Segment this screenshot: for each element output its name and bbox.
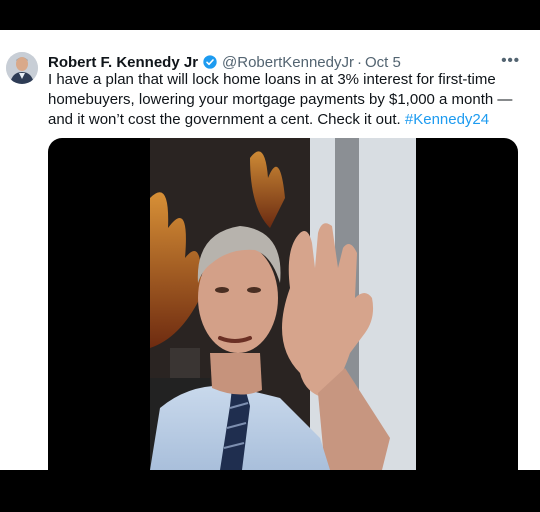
avatar[interactable]	[6, 52, 38, 84]
tweet-text: I have a plan that will lock home loans …	[48, 70, 518, 130]
header-separator: ·	[357, 53, 362, 71]
hashtag-link[interactable]: #Kennedy24	[405, 111, 489, 128]
author-handle[interactable]: @RobertKennedyJr	[222, 54, 354, 71]
video-player[interactable]	[48, 138, 518, 470]
tweet-header: Robert F. Kennedy Jr @RobertKennedyJr · …	[48, 52, 520, 72]
tweet-date[interactable]: Oct 5	[365, 54, 401, 71]
author-name[interactable]: Robert F. Kennedy Jr	[48, 54, 198, 71]
verified-badge-icon	[203, 55, 217, 69]
more-options-icon[interactable]: •••	[501, 52, 520, 69]
tweet-card[interactable]: Robert F. Kennedy Jr @RobertKennedyJr · …	[0, 30, 540, 470]
video-frame[interactable]	[150, 138, 416, 470]
